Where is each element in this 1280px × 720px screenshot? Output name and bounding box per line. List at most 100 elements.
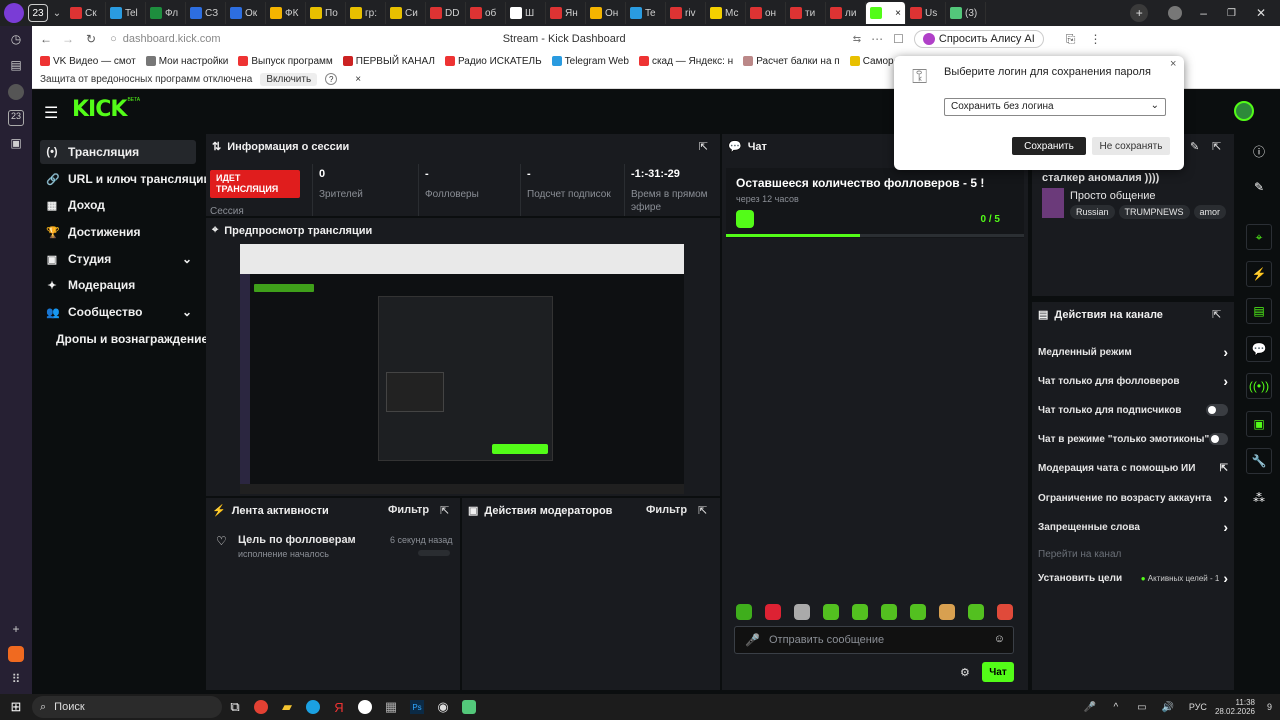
taskbar-search[interactable]: ⌕ Поиск	[32, 696, 222, 718]
browser-tab[interactable]: Tel	[106, 2, 146, 24]
edit-icon[interactable]: ✎	[1246, 174, 1272, 200]
goal-card[interactable]: Оставшееся количество фолловеров - 5 ! ч…	[726, 168, 1024, 238]
activity-popout-icon[interactable]: ⇱	[440, 504, 449, 517]
enable-button[interactable]: Включить	[260, 72, 318, 86]
browser-tab[interactable]: Ян	[546, 2, 586, 24]
stream-info-popout-icon[interactable]: ⇱	[1212, 140, 1221, 153]
browser-tab[interactable]: он	[746, 2, 786, 24]
minimize-window-icon[interactable]: –	[1200, 6, 1207, 20]
warning-close-icon[interactable]: ×	[355, 74, 361, 85]
hamburger-menu-icon[interactable]: ☰	[44, 103, 58, 123]
address-input[interactable]: dashboard.kick.com	[123, 33, 503, 45]
browser-tab[interactable]: Ок	[226, 2, 266, 24]
browser-tab[interactable]: Фл	[146, 2, 186, 24]
forward-icon[interactable]: →	[62, 32, 74, 46]
broadcast-toggle-icon[interactable]: ((•))	[1246, 373, 1272, 399]
preview-toggle-icon[interactable]: ⌖	[1246, 224, 1272, 250]
nav-item[interactable]: Дропы и вознаграждение	[50, 327, 208, 351]
browser-tab[interactable]: ти	[786, 2, 826, 24]
site-info-icon[interactable]: ○	[110, 33, 117, 45]
emote-icon[interactable]	[881, 604, 897, 620]
bookmark-item[interactable]: ПЕРВЫЙ КАНАЛ	[342, 56, 435, 67]
channel-action-item[interactable]: Чат в режиме "только эмотиконы"	[1038, 429, 1228, 449]
emote-icon[interactable]	[910, 604, 926, 620]
send-chat-button[interactable]: Чат	[982, 662, 1014, 682]
stream-tag[interactable]: TRUMPNEWS	[1118, 205, 1190, 219]
browser-logo-icon[interactable]	[4, 3, 24, 23]
kick-logo[interactable]: KICK BETA	[72, 97, 140, 122]
emote-icon[interactable]	[852, 604, 868, 620]
browser-tab[interactable]: ФК	[266, 2, 306, 24]
browser-tab[interactable]: Он	[586, 2, 626, 24]
volume-icon[interactable]: 🔊	[1155, 696, 1181, 718]
channel-action-item[interactable]: Перейти на канал	[1038, 544, 1228, 564]
tab-count-badge[interactable]: 23	[28, 4, 48, 22]
category-thumbnail[interactable]	[1042, 188, 1064, 218]
browser-tab[interactable]: ли	[826, 2, 866, 24]
explorer-icon[interactable]: ▰	[274, 696, 300, 718]
downloads-icon[interactable]: ⎘	[1066, 32, 1076, 47]
browser-tab[interactable]: Си	[386, 2, 426, 24]
restore-window-icon[interactable]: ❐	[1227, 8, 1236, 19]
browser-tab[interactable]: (3)	[946, 2, 986, 24]
nav-item[interactable]: 👥 Сообщество ⌄	[40, 300, 196, 324]
edit-stream-icon[interactable]: ✎	[1190, 140, 1199, 153]
channel-action-item[interactable]: Медленный режим ›	[1038, 342, 1228, 362]
bookmark-item[interactable]: Расчет балки на п	[743, 56, 840, 67]
emote-icon[interactable]	[736, 604, 752, 620]
emote-icon[interactable]	[794, 604, 810, 620]
nav-item[interactable]: 🏆 Достижения	[40, 220, 196, 244]
calendar-icon[interactable]: 23	[8, 110, 24, 126]
mod-filter-button[interactable]: Фильтр	[646, 504, 687, 516]
edge-icon[interactable]	[300, 696, 326, 718]
add-panel-icon[interactable]: +	[8, 622, 24, 638]
tray-up-icon[interactable]: ^	[1103, 696, 1129, 718]
new-tab-button[interactable]: +	[1130, 4, 1149, 22]
close-window-icon[interactable]: ✕	[1256, 6, 1266, 20]
nav-item[interactable]: ▣ Студия ⌄	[40, 247, 196, 271]
user-avatar[interactable]	[1234, 101, 1254, 121]
reload-icon[interactable]: ↻	[86, 32, 96, 46]
notes-toggle-icon[interactable]: ▤	[1246, 298, 1272, 324]
browser-tab[interactable]: DD	[426, 2, 466, 24]
photoshop-icon[interactable]: Ps	[404, 696, 430, 718]
app-icon[interactable]	[8, 646, 24, 662]
bookmark-icon[interactable]: ☐	[893, 32, 904, 46]
bookmark-item[interactable]: скад — Яндекс: н	[638, 56, 733, 67]
channel-action-item[interactable]: Ограничение по возрасту аккаунта ›	[1038, 488, 1228, 508]
info-icon[interactable]: ⓘ	[1246, 138, 1272, 164]
network-icon[interactable]: ▭	[1129, 696, 1155, 718]
apps-icon[interactable]: ⁂	[1246, 485, 1272, 511]
popout-icon[interactable]: ⇱	[699, 140, 708, 153]
activity-toggle-icon[interactable]: ⚡	[1246, 261, 1272, 287]
emote-icon[interactable]	[765, 604, 781, 620]
channel-actions-popout-icon[interactable]: ⇱	[1212, 308, 1221, 321]
app-green-icon[interactable]	[456, 696, 482, 718]
obs-icon[interactable]: ◉	[430, 696, 456, 718]
chrome-icon[interactable]	[248, 696, 274, 718]
activity-filter-button[interactable]: Фильтр	[388, 504, 429, 516]
profile-icon[interactable]	[1168, 6, 1183, 20]
calculator-icon[interactable]: ▦	[378, 696, 404, 718]
bookmark-item[interactable]: Мои настройки	[145, 56, 228, 67]
bookmark-item[interactable]: Выпуск программ	[238, 56, 333, 67]
browser-tab[interactable]: Мс	[706, 2, 746, 24]
tab-list-chevron-icon[interactable]: ⌄	[48, 8, 66, 19]
back-icon[interactable]: ←	[40, 32, 52, 46]
more-icon[interactable]: ⋯	[871, 32, 883, 46]
toggle-switch[interactable]	[1206, 404, 1228, 416]
emote-icon[interactable]	[823, 604, 839, 620]
emote-icon[interactable]	[968, 604, 984, 620]
mod-toggle-icon[interactable]: ▣	[1246, 411, 1272, 437]
start-icon[interactable]: ⊞	[0, 696, 32, 718]
stream-preview-video[interactable]	[240, 244, 684, 494]
emoji-icon[interactable]: ☺	[994, 633, 1005, 645]
translate-icon[interactable]: ⇆	[853, 34, 861, 45]
nav-item[interactable]: ▦ Доход	[40, 193, 196, 217]
chat-settings-icon[interactable]: ⚙	[960, 666, 970, 679]
menu-icon[interactable]: ⋮	[1089, 32, 1101, 46]
channel-action-item[interactable]: Чат только для фолловеров ›	[1038, 371, 1228, 391]
browser-tab[interactable]: riv	[666, 2, 706, 24]
browser-tab[interactable]: Te	[626, 2, 666, 24]
apps-grid-icon[interactable]: ⠿	[8, 672, 24, 688]
